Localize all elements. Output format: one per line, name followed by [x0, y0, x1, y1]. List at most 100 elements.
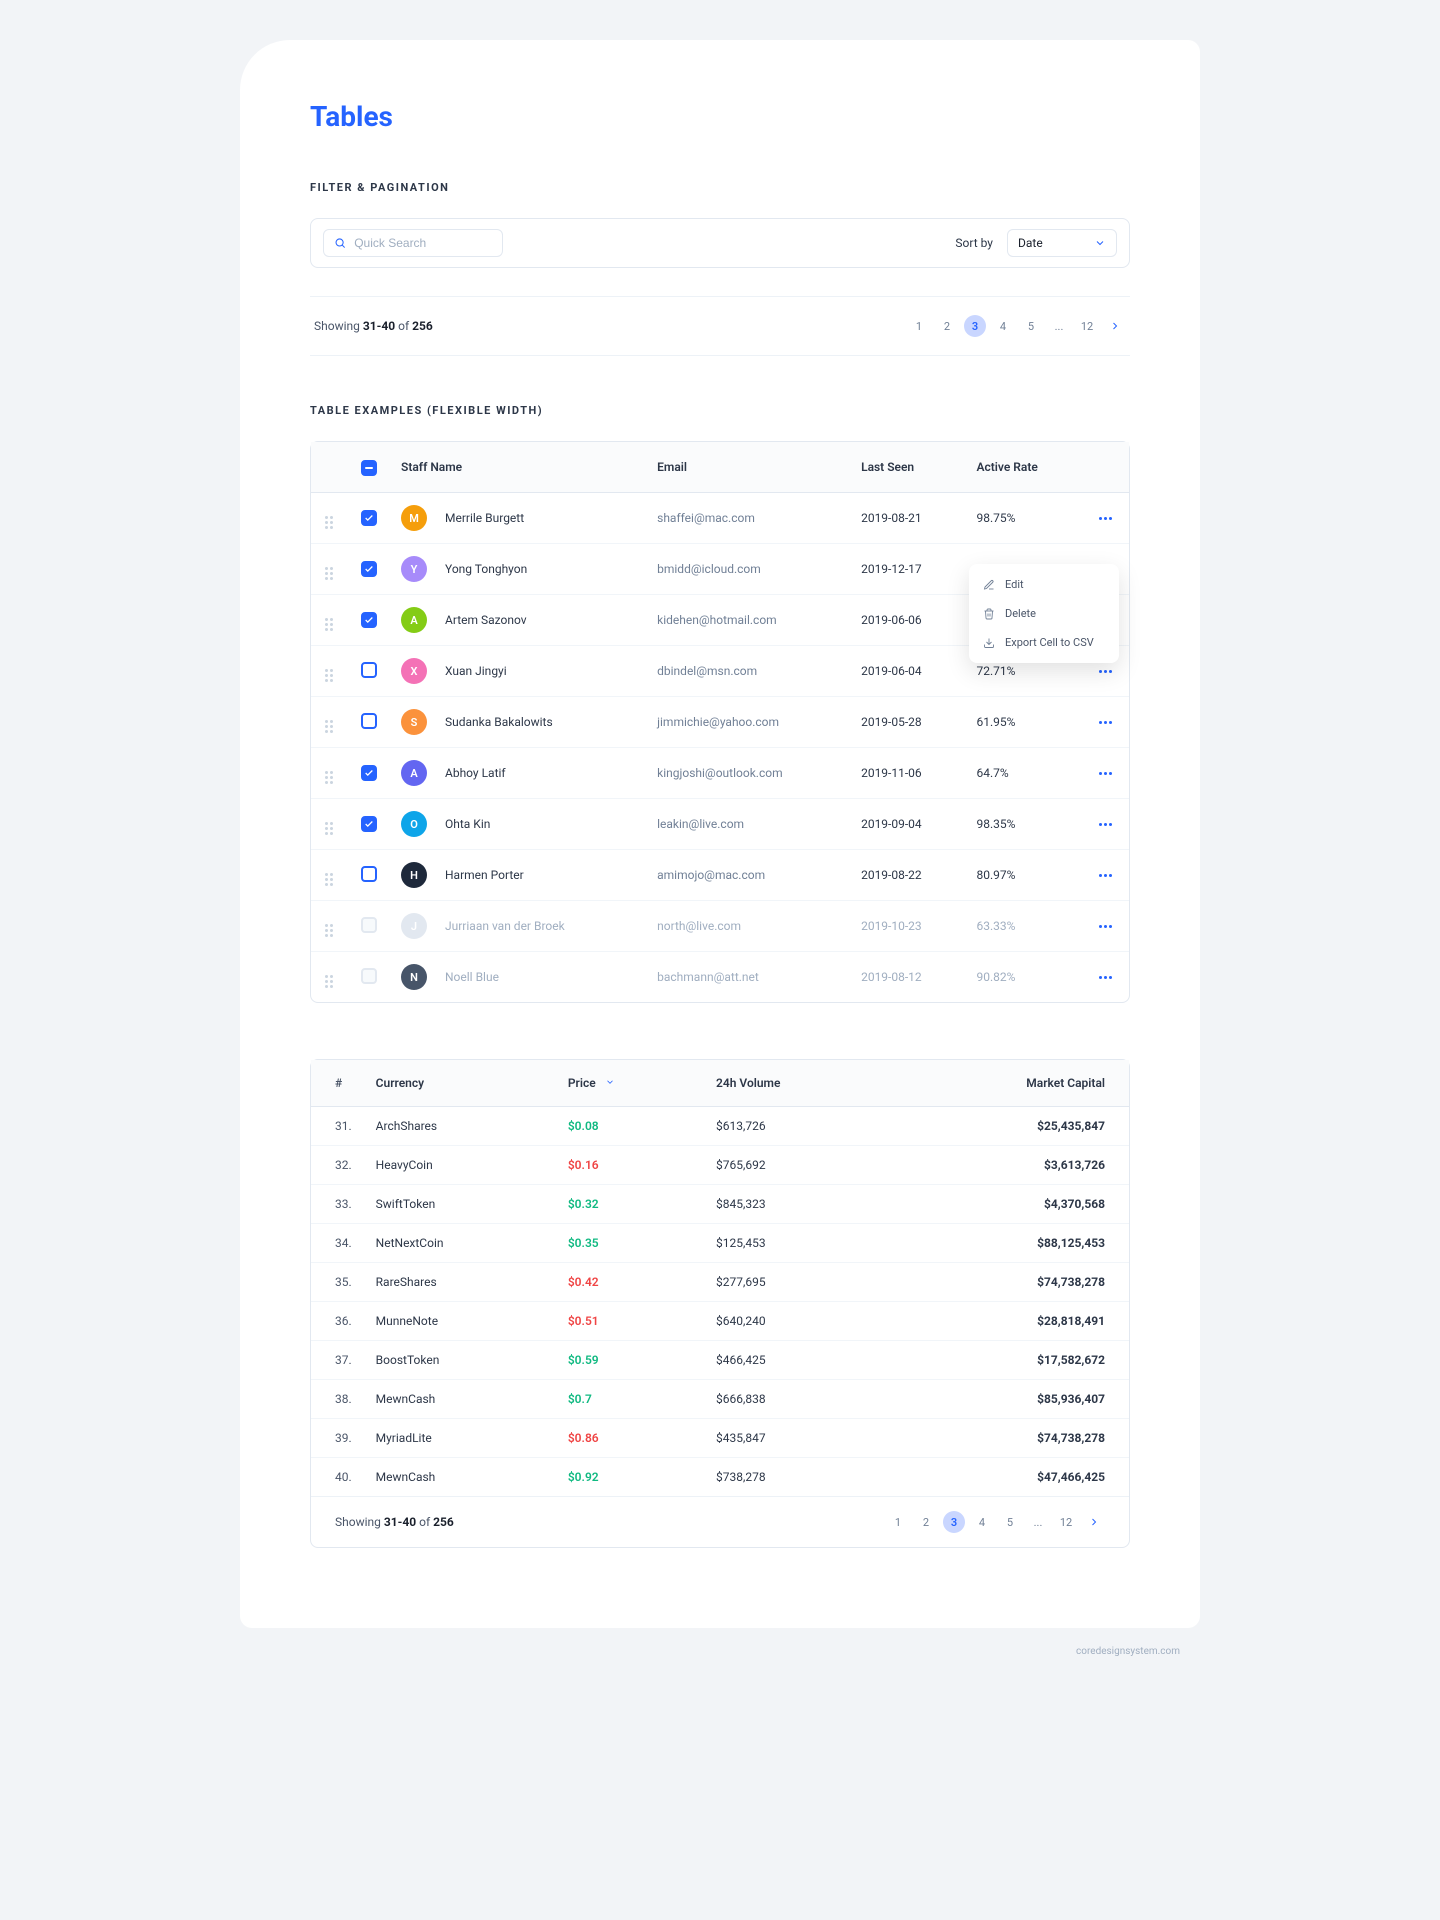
row-more-button[interactable] — [1093, 965, 1117, 989]
table-row: 35.RareShares$0.42$277,695$74,738,278 — [311, 1263, 1129, 1302]
page-3[interactable]: 3 — [964, 315, 986, 337]
currency-market-cap: $3,613,726 — [889, 1146, 1129, 1185]
sort-select[interactable]: Date — [1007, 229, 1117, 257]
staff-table: Staff Name Email Last Seen Active Rate M… — [311, 442, 1129, 1002]
col-last-seen[interactable]: Last Seen — [849, 442, 964, 493]
dropdown-export[interactable]: Export Cell to CSV — [969, 628, 1119, 657]
page-4[interactable]: 4 — [992, 315, 1014, 337]
currency-market-cap: $17,582,672 — [889, 1341, 1129, 1380]
row-more-button[interactable] — [1093, 506, 1117, 530]
row-num: 34. — [311, 1224, 364, 1263]
row-checkbox[interactable] — [361, 510, 377, 526]
search-input-wrap[interactable] — [323, 229, 503, 257]
row-checkbox[interactable] — [361, 612, 377, 628]
sort-by-label: Sort by — [955, 236, 993, 250]
currency-volume: $125,453 — [704, 1224, 889, 1263]
staff-email: jimmichie@yahoo.com — [645, 697, 849, 748]
row-more-button[interactable] — [1093, 761, 1117, 785]
page-3[interactable]: 3 — [943, 1511, 965, 1533]
page-next[interactable] — [1104, 315, 1126, 337]
col-market-cap[interactable]: Market Capital — [889, 1060, 1129, 1107]
page-2[interactable]: 2 — [936, 315, 958, 337]
page-1[interactable]: 1 — [908, 315, 930, 337]
drag-handle-icon[interactable] — [325, 822, 337, 835]
dropdown-delete[interactable]: Delete — [969, 599, 1119, 628]
row-checkbox[interactable] — [361, 561, 377, 577]
row-more-button[interactable] — [1093, 914, 1117, 938]
currency-volume: $765,692 — [704, 1146, 889, 1185]
currency-volume: $666,838 — [704, 1380, 889, 1419]
drag-handle-icon[interactable] — [325, 567, 337, 580]
currency-price: $0.86 — [556, 1419, 704, 1458]
avatar: Y — [401, 556, 427, 582]
select-all-checkbox[interactable] — [361, 460, 377, 476]
staff-last-seen: 2019-08-12 — [849, 952, 964, 1003]
search-icon — [334, 236, 346, 250]
row-checkbox[interactable] — [361, 713, 377, 729]
currency-name: MewnCash — [364, 1380, 556, 1419]
drag-handle-icon[interactable] — [325, 720, 337, 733]
drag-handle-icon[interactable] — [325, 873, 337, 886]
currency-volume: $640,240 — [704, 1302, 889, 1341]
currency-market-cap: $74,738,278 — [889, 1419, 1129, 1458]
currency-price: $0.08 — [556, 1107, 704, 1146]
page-next[interactable] — [1083, 1511, 1105, 1533]
currency-name: MunneNote — [364, 1302, 556, 1341]
search-input[interactable] — [354, 236, 492, 250]
currency-name: RareShares — [364, 1263, 556, 1302]
page-12[interactable]: 12 — [1055, 1511, 1077, 1533]
drag-handle-icon[interactable] — [325, 771, 337, 784]
staff-active-rate: 61.95% — [965, 697, 1082, 748]
col-active-rate[interactable]: Active Rate — [965, 442, 1082, 493]
staff-last-seen: 2019-12-17 — [849, 544, 964, 595]
currency-volume: $435,847 — [704, 1419, 889, 1458]
sort-wrap: Sort by Date — [955, 229, 1117, 257]
staff-last-seen: 2019-11-06 — [849, 748, 964, 799]
col-email[interactable]: Email — [645, 442, 849, 493]
row-more-button[interactable] — [1093, 863, 1117, 887]
table-row: 33.SwiftToken$0.32$845,323$4,370,568 — [311, 1185, 1129, 1224]
row-actions-dropdown: Edit Delete Export Cell to CSV — [969, 564, 1119, 663]
table-row: NNoell Bluebachmann@att.net2019-08-1290.… — [311, 952, 1129, 1003]
currency-market-cap: $28,818,491 — [889, 1302, 1129, 1341]
row-num: 31. — [311, 1107, 364, 1146]
drag-handle-icon[interactable] — [325, 669, 337, 682]
page-12[interactable]: 12 — [1076, 315, 1098, 337]
col-staff-name[interactable]: Staff Name — [389, 442, 645, 493]
col-volume[interactable]: 24h Volume — [704, 1060, 889, 1107]
page-5[interactable]: 5 — [999, 1511, 1021, 1533]
currency-price: $0.42 — [556, 1263, 704, 1302]
pager: 12345...12 — [908, 315, 1126, 337]
col-currency[interactable]: Currency — [364, 1060, 556, 1107]
row-checkbox[interactable] — [361, 816, 377, 832]
staff-last-seen: 2019-06-04 — [849, 646, 964, 697]
staff-active-rate: 64.7% — [965, 748, 1082, 799]
page-4[interactable]: 4 — [971, 1511, 993, 1533]
staff-last-seen: 2019-05-28 — [849, 697, 964, 748]
chevron-down-icon — [1094, 237, 1106, 249]
currency-market-cap: $74,738,278 — [889, 1263, 1129, 1302]
col-price[interactable]: Price — [556, 1060, 704, 1107]
row-checkbox[interactable] — [361, 662, 377, 678]
row-checkbox[interactable] — [361, 866, 377, 882]
drag-handle-icon — [325, 924, 337, 937]
page-2[interactable]: 2 — [915, 1511, 937, 1533]
download-icon — [983, 637, 995, 649]
staff-last-seen: 2019-10-23 — [849, 901, 964, 952]
row-checkbox[interactable] — [361, 765, 377, 781]
page-5[interactable]: 5 — [1020, 315, 1042, 337]
row-checkbox — [361, 917, 377, 933]
table-row: 32.HeavyCoin$0.16$765,692$3,613,726 — [311, 1146, 1129, 1185]
row-num: 32. — [311, 1146, 364, 1185]
row-more-button[interactable] — [1093, 812, 1117, 836]
staff-name: Xuan Jingyi — [445, 664, 507, 678]
staff-last-seen: 2019-06-06 — [849, 595, 964, 646]
dropdown-edit[interactable]: Edit — [969, 570, 1119, 599]
row-more-button[interactable] — [1093, 710, 1117, 734]
currency-volume: $845,323 — [704, 1185, 889, 1224]
table-row: 37.BoostToken$0.59$466,425$17,582,672 — [311, 1341, 1129, 1380]
page-1[interactable]: 1 — [887, 1511, 909, 1533]
row-num: 33. — [311, 1185, 364, 1224]
drag-handle-icon[interactable] — [325, 618, 337, 631]
drag-handle-icon[interactable] — [325, 516, 337, 529]
